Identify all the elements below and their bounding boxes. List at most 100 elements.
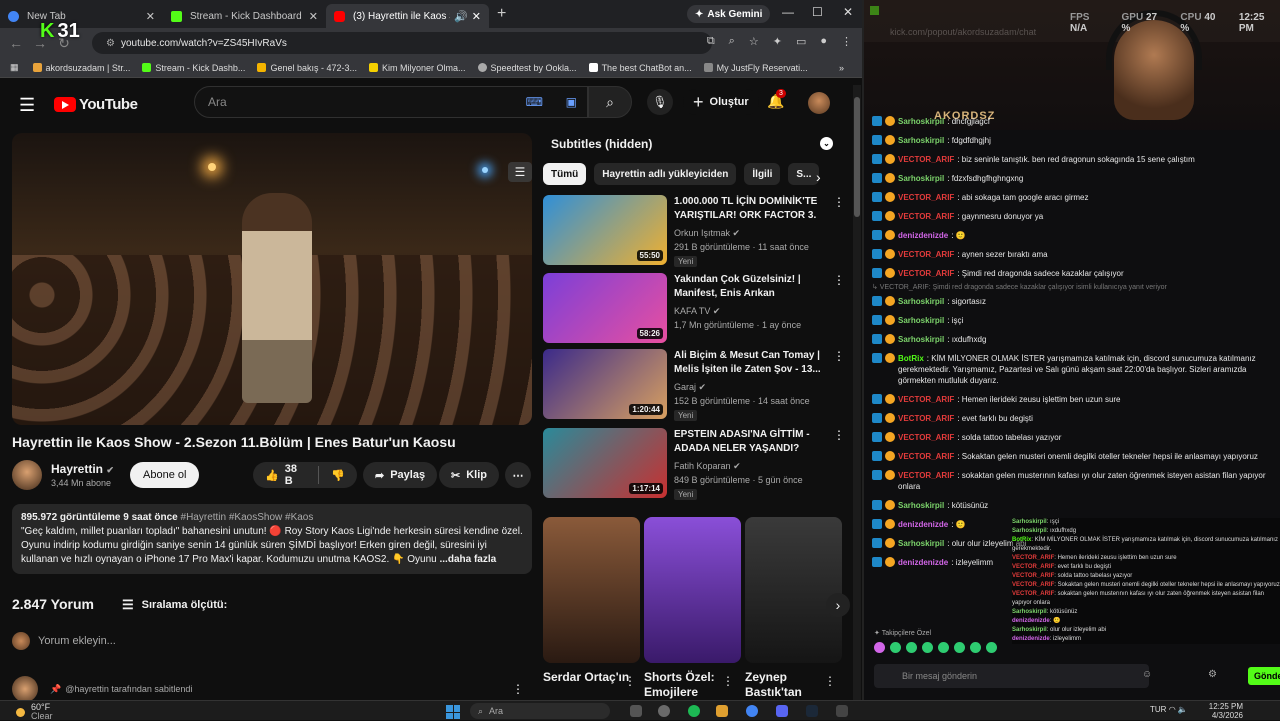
back-icon[interactable]: ← [4,35,28,51]
more-actions-button[interactable]: ⋯ [505,462,531,488]
add-comment-input[interactable]: Yorum ekleyin... [12,632,116,650]
spotify-icon[interactable] [688,705,700,717]
shorts-menu-icon[interactable]: ⋮ [824,674,836,688]
profile-icon[interactable]: ● [820,35,827,48]
shorts-title[interactable]: Shorts Özel: Emojilere [644,670,734,700]
speaker-icon[interactable]: 🔊 [454,10,468,23]
chat-username[interactable]: Sarhoskirpil [898,539,944,548]
tab-youtube[interactable]: (3) Hayrettin ile Kaos Show🔊✕ [326,4,489,28]
video-thumbnail[interactable]: 55:50 [543,195,667,265]
taskbar-search[interactable]: ⌕ Ara [470,703,610,719]
recommendation-menu-icon[interactable]: ⋮ [833,349,845,363]
chat-username[interactable]: VECTOR_ARIF [898,452,954,461]
chat-username[interactable]: VECTOR_ARIF [898,433,954,442]
steam-icon[interactable] [806,705,818,717]
recommendation-channel[interactable]: KAFA TV ✔ [674,306,720,317]
sidebar-icon[interactable]: ▭ [796,35,806,48]
close-tab-icon[interactable]: ✕ [472,10,481,23]
chat-username[interactable]: VECTOR_ARIF [898,212,954,221]
minimize-button[interactable]: — [782,5,794,19]
site-info-icon[interactable]: ⚙ [106,38,115,49]
share-button[interactable]: ➦ Paylaş [363,462,438,488]
bookmark-item[interactable]: My JustFly Reservati... [703,63,808,73]
chat-message[interactable]: Sarhoskirpil: dhcfgjlagcf [872,116,1280,127]
chat-username[interactable]: denizdenizde [898,231,948,240]
chat-username[interactable]: VECTOR_ARIF [898,269,954,278]
emote-icon[interactable] [954,642,965,653]
shorts-card[interactable] [745,517,842,663]
emoji-icon[interactable]: ☺ [1142,669,1152,680]
chip-more[interactable]: S... [788,163,820,185]
tab-new-tab[interactable]: New Tab ✕ [0,4,163,28]
chevron-down-icon[interactable]: ⌄ [820,137,833,150]
recommendation-channel[interactable]: Garaj ✔ [674,382,706,393]
windows-start-icon[interactable] [446,705,460,719]
chrome-icon[interactable] [746,705,758,717]
chat-message[interactable]: Sarhoskirpil: işçi [872,315,1280,326]
like-button[interactable]: 👍 38 B [265,463,306,487]
chat-message[interactable]: VECTOR_ARIF: evet farklı bu degişti [872,413,1280,424]
emote-icon[interactable] [890,642,901,653]
chat-username[interactable]: Sarhoskirpil [898,136,944,145]
recommendation-channel[interactable]: Fatih Koparan ✔ [674,461,741,472]
comment-menu-icon[interactable]: ⋮ [512,682,524,696]
emote-icon[interactable] [906,642,917,653]
hashtags[interactable]: #Hayrettin #KaosShow #Kaos [181,512,314,523]
video-thumbnail[interactable]: 58:26 [543,273,667,343]
close-tab-icon[interactable]: ✕ [309,10,318,23]
shorts-menu-icon[interactable]: ⋮ [624,674,636,688]
chat-username[interactable]: Sarhoskirpil [898,117,944,126]
recommendation-card[interactable]: 1:20:44 Ali Biçim & Mesut Can Tomay | Mel… [543,349,845,421]
more-bookmarks-icon[interactable]: » [839,63,844,73]
recommendation-card[interactable]: 1:17:14 EPSTEIN ADASI'NA GİTTİM - ADADA N… [543,428,845,500]
chat-username[interactable]: Sarhoskirpil [898,335,944,344]
recommendation-card[interactable]: 55:50 1.000.000 TL İÇİN DOMİNİK'TE YARIŞT… [543,195,845,267]
shorts-card[interactable] [644,517,741,663]
menu-icon[interactable]: ⋮ [841,35,852,48]
translate-icon[interactable]: ▣ [566,95,577,109]
recommendation-title[interactable]: Yakından Çok Güzelsiniz! | Manifest, Eni… [674,273,822,301]
chat-message[interactable]: Sarhoskirpil: fdzxfsdhgfhghngxng [872,173,1280,184]
chat-username[interactable]: VECTOR_ARIF [898,155,954,164]
ask-gemini-button[interactable]: ✦ Ask Gemini [687,5,771,23]
chat-message[interactable]: denizdenizde: 🙂 [872,230,1280,241]
account-avatar[interactable] [808,92,830,114]
search-input[interactable]: Ara ⌨ ▣ [194,86,588,118]
apps-icon[interactable]: ▦ [10,62,19,73]
description-box[interactable]: 895.972 görüntüleme 9 saat önce #Hayrett… [12,504,532,574]
new-tab-button[interactable]: + [489,5,514,23]
settings-icon[interactable]: ⚙ [1208,669,1217,680]
sort-comments-button[interactable]: ☰ Sıralama ölçütü: [122,597,227,613]
recommendation-channel[interactable]: Orkun Işıtmak ✔ [674,228,740,239]
subscribe-button[interactable]: Abone ol [130,462,200,488]
chip-all[interactable]: Tümü [543,163,587,185]
chat-username[interactable]: Sarhoskirpil [898,174,944,183]
chat-message[interactable]: Sarhoskirpil: fdgdfdhgjhj [872,135,1280,146]
notifications-button[interactable]: 🔔 3 [767,89,786,110]
recommendation-title[interactable]: 1.000.000 TL İÇİN DOMİNİK'TE YARIŞTILAR!… [674,195,822,225]
close-tab-icon[interactable]: ✕ [146,10,155,23]
emote-icon[interactable] [922,642,933,653]
voice-search-button[interactable]: 🎙 [647,89,673,115]
bookmark-item[interactable]: Stream - Kick Dashb... [142,63,245,73]
chip-related[interactable]: İlgili [744,163,781,185]
chat-username[interactable]: Sarhoskirpil [898,316,944,325]
system-tray[interactable]: TUR ◠ 🔈 [1150,705,1188,714]
chat-message[interactable]: VECTOR_ARIF: abi sokaga tam google aracı… [872,192,1280,203]
chat-message[interactable]: VECTOR_ARIF: Sokaktan gelen musteri onem… [872,451,1280,462]
chat-message[interactable]: Sarhoskirpil: ıxdufhxdg [872,334,1280,345]
bookmark-item[interactable]: Genel bakış - 472-3... [257,63,357,73]
menu-hamburger-icon[interactable]: ☰ [19,95,35,116]
channel-name[interactable]: Hayrettin [51,462,103,476]
chat-username[interactable]: VECTOR_ARIF [898,250,954,259]
dislike-button[interactable]: 👎 [331,469,345,482]
recommendation-menu-icon[interactable]: ⋮ [833,273,845,287]
chat-username[interactable]: BotRix [898,354,924,363]
chat-message[interactable]: VECTOR_ARIF: aynen sezer bıraktı ama [872,249,1280,260]
chat-message[interactable]: VECTOR_ARIF: solda tattoo tabelası yazıy… [872,432,1280,443]
app-icon[interactable] [836,705,848,717]
video-thumbnail[interactable]: 1:17:14 [543,428,667,498]
channel-info[interactable]: Hayrettin ✔ 3,44 Mn abone [12,460,114,490]
video-player[interactable] [12,133,532,425]
recommendation-card[interactable]: 58:26 Yakından Çok Güzelsiniz! | Manifest… [543,273,845,345]
